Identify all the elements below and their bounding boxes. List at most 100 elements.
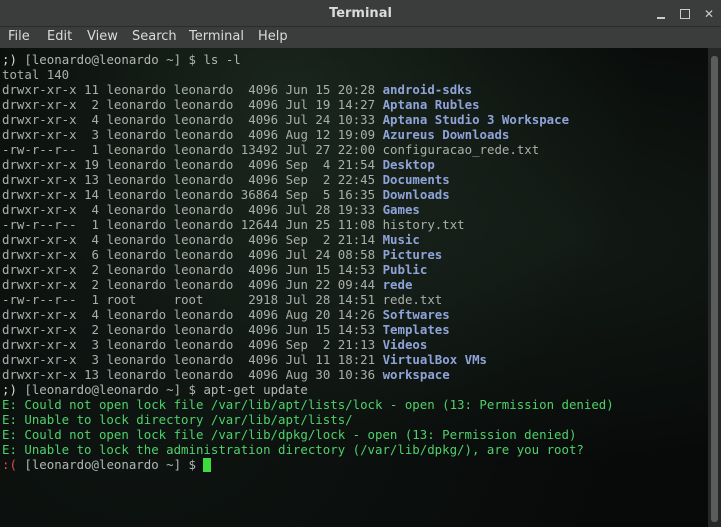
listing-size: 12644 [240,217,279,232]
terminal-output[interactable]: ;) [leonardo@leonardo ~] $ ls -l total 14… [0,48,708,527]
listing-row: -rw-r--r-- 1 root root 2918 Jul 28 14:51… [2,292,708,307]
listing-size: 4096 [240,157,279,172]
listing-perms: drwxr-xr-x [2,352,77,367]
minimize-button[interactable] [654,7,668,21]
listing-links: 2 [84,97,99,112]
listing-name: rede.txt [382,292,443,307]
listing-perms: drwxr-xr-x [2,97,77,112]
scrollbar-thumb[interactable] [711,56,718,522]
prompt-sign: $ [188,382,196,397]
listing-perms: drwxr-xr-x [2,172,77,187]
listing-size: 4096 [240,127,279,142]
listing-row: drwxr-xr-x 3 leonardo leonardo 4096 Aug … [2,127,708,142]
listing-perms: drwxr-xr-x [2,232,77,247]
maximize-icon [680,9,690,19]
listing-name: Documents [382,172,450,187]
listing-name: Games [382,202,420,217]
listing-group: leonardo [173,97,234,112]
listing-owner: leonardo [106,217,167,232]
listing-size: 4096 [240,82,279,97]
terminal-window: Terminal ✕ File Edit View Search Termina… [0,0,721,527]
error-message: E: Could not open lock file /var/lib/dpk… [2,427,577,442]
listing-size: 36864 [240,187,279,202]
total-text: total 140 [2,67,70,82]
listing-date: Sep 5 16:35 [285,187,376,202]
listing-row: drwxr-xr-x 2 leonardo leonardo 4096 Jul … [2,97,708,112]
listing-perms: drwxr-xr-x [2,127,77,142]
listing-name: history.txt [382,217,465,232]
prompt-user-host: [leonardo@leonardo ~] [24,382,182,397]
listing-perms: drwxr-xr-x [2,262,77,277]
listing-date: Sep 4 21:54 [285,157,376,172]
total-line: total 140 [2,67,708,82]
listing-perms: drwxr-xr-x [2,202,77,217]
listing-date: Jul 27 22:00 [285,142,376,157]
listing-perms: drwxr-xr-x [2,367,77,382]
listing-group: leonardo [173,352,234,367]
listing-name: VirtualBox VMs [382,352,487,367]
prompt-status: ;) [2,52,17,67]
listing-perms: drwxr-xr-x [2,322,77,337]
prompt-line: ;) [leonardo@leonardo ~] $ ls -l [2,52,708,67]
listing-owner: leonardo [106,112,167,127]
listing-links: 1 [84,292,99,307]
listing-name: Videos [382,337,428,352]
close-button[interactable]: ✕ [702,7,716,21]
listing-links: 6 [84,247,99,262]
prompt-sign: $ [188,457,196,472]
listing-row: drwxr-xr-x 4 leonardo leonardo 4096 Jul … [2,112,708,127]
listing-owner: leonardo [106,232,167,247]
listing-group: leonardo [173,262,234,277]
listing-row: drwxr-xr-x 4 leonardo leonardo 4096 Jul … [2,202,708,217]
listing-links: 1 [84,217,99,232]
listing-name: Music [382,232,420,247]
maximize-button[interactable] [678,7,692,21]
listing-owner: leonardo [106,157,167,172]
listing-group: leonardo [173,172,234,187]
listing-row: drwxr-xr-x 2 leonardo leonardo 4096 Jun … [2,277,708,292]
listing-links: 2 [84,277,99,292]
listing-group: leonardo [173,112,234,127]
listing-links: 11 [84,82,99,97]
listing-perms: drwxr-xr-x [2,157,77,172]
listing-row: drwxr-xr-x 2 leonardo leonardo 4096 Jun … [2,262,708,277]
listing-name: Desktop [382,157,435,172]
prompt-sign: $ [188,52,196,67]
listing-date: Jul 28 19:33 [285,202,376,217]
error-line: E: Unable to lock the administration dir… [2,442,708,457]
listing-row: -rw-r--r-- 1 leonardo leonardo 13492 Jul… [2,142,708,157]
menu-terminal[interactable]: Terminal [189,29,244,44]
listing-name: Templates [382,322,450,337]
listing-size: 2918 [240,292,279,307]
listing-links: 13 [84,367,99,382]
listing-row: drwxr-xr-x 3 leonardo leonardo 4096 Sep … [2,337,708,352]
listing-group: leonardo [173,202,234,217]
listing-owner: leonardo [106,82,167,97]
listing-size: 4096 [240,232,279,247]
listing-row: drwxr-xr-x 11 leonardo leonardo 4096 Jun… [2,82,708,97]
listing-date: Jun 22 09:44 [285,277,376,292]
listing-owner: leonardo [106,172,167,187]
listing-date: Jun 15 20:28 [285,82,376,97]
listing-name: Downloads [382,187,450,202]
listing-links: 3 [84,352,99,367]
menu-search[interactable]: Search [132,29,177,44]
listing-group: leonardo [173,187,234,202]
listing-row: drwxr-xr-x 4 leonardo leonardo 4096 Aug … [2,307,708,322]
listing-name: Aptana Rubles [382,97,480,112]
listing-size: 4096 [240,322,279,337]
menu-file[interactable]: File [8,29,30,44]
listing-perms: -rw-r--r-- [2,217,77,232]
menu-view[interactable]: View [87,29,118,44]
error-message: E: Could not open lock file /var/lib/apt… [2,397,614,412]
listing-date: Jun 15 14:53 [285,322,376,337]
listing-links: 3 [84,127,99,142]
vertical-scrollbar[interactable] [708,48,721,527]
listing-row: drwxr-xr-x 13 leonardo leonardo 4096 Sep… [2,172,708,187]
menu-help[interactable]: Help [258,29,288,44]
title-bar[interactable]: Terminal ✕ [0,0,721,27]
listing-row: drwxr-xr-x 13 leonardo leonardo 4096 Aug… [2,367,708,382]
listing-links: 14 [84,187,99,202]
menu-edit[interactable]: Edit [47,29,72,44]
listing-size: 4096 [240,307,279,322]
